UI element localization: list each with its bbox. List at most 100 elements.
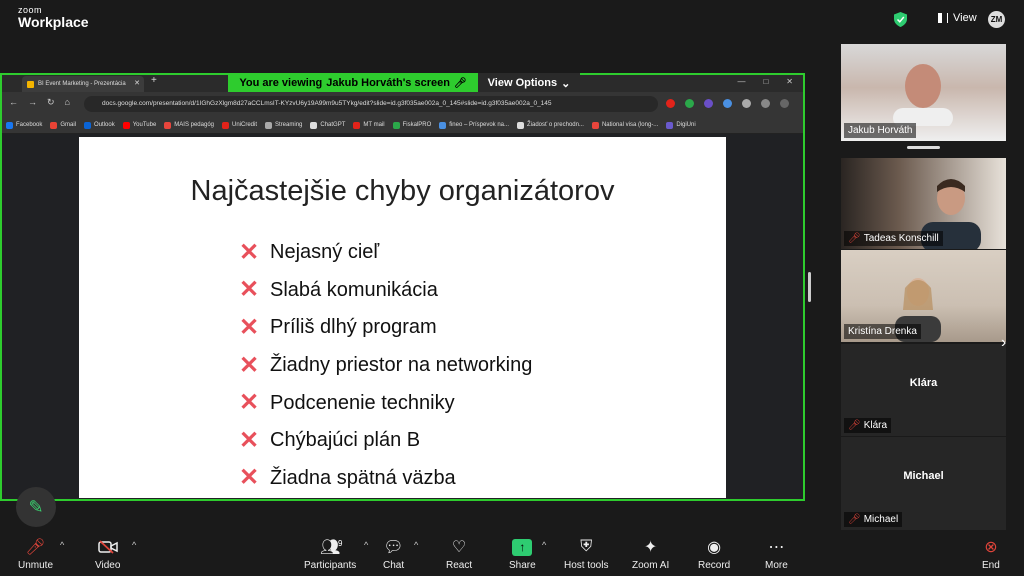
split-drag-handle[interactable] bbox=[808, 272, 811, 302]
cross-icon: ✕ bbox=[239, 389, 260, 417]
bookmark-item[interactable]: UniCredit bbox=[222, 116, 257, 134]
cross-icon: ✕ bbox=[239, 426, 260, 454]
new-tab-button[interactable]: + bbox=[151, 75, 157, 86]
video-button[interactable]: Video bbox=[95, 536, 120, 571]
record-button[interactable]: ◉ Record bbox=[698, 536, 730, 571]
mic-off-icon: 🎤︎ bbox=[453, 77, 467, 89]
url-input[interactable]: docs.google.com/presentation/d/1IGhGzXlg… bbox=[84, 96, 658, 112]
top-bar: zoom Workplace View ZM bbox=[0, 0, 1024, 38]
bookmark-item[interactable]: fineo – Príspevok na... bbox=[439, 116, 509, 134]
bookmark-label: ChatGPT bbox=[320, 122, 346, 128]
extension-purple-icon[interactable] bbox=[704, 99, 713, 108]
browser-tab[interactable]: BI Event Marketing - Prezentácia ✕ bbox=[22, 76, 144, 92]
brand-big: Workplace bbox=[18, 14, 89, 30]
mic-off-icon: 🎤︎ bbox=[848, 514, 861, 525]
bookmark-item[interactable]: FiskalPRO bbox=[392, 116, 431, 134]
slide-bullet-text: Príliš dlhý program bbox=[270, 316, 437, 339]
bookmark-label: Žiadosť o prechodn... bbox=[527, 122, 584, 128]
audio-options-caret[interactable]: ^ bbox=[60, 540, 64, 550]
share-banner-prefix: You are viewing bbox=[239, 77, 323, 89]
slide-bullet: ✕ Podcenenie techniky bbox=[239, 384, 532, 422]
maximize-icon[interactable]: □ bbox=[763, 77, 768, 86]
bookmark-item[interactable]: MT mail bbox=[353, 116, 385, 134]
extension-red-icon[interactable] bbox=[666, 99, 675, 108]
bookmark-favicon-icon bbox=[439, 121, 447, 129]
share-button[interactable]: ↑ Share bbox=[509, 536, 536, 571]
bookmark-item[interactable]: YouTube bbox=[122, 116, 157, 134]
participant-tile[interactable]: Kristína Drenka bbox=[841, 250, 1006, 342]
annotate-button[interactable]: ✎ bbox=[16, 487, 56, 527]
more-button[interactable]: ⋯ More bbox=[765, 536, 788, 571]
zoom-ai-button[interactable]: ✦ Zoom AI bbox=[632, 536, 669, 571]
bookmark-item[interactable]: Streaming bbox=[265, 116, 302, 134]
bookmark-favicon-icon bbox=[50, 121, 58, 129]
participant-tile[interactable]: 🎤︎ Tadeas Konschill bbox=[841, 158, 1006, 249]
participants-options-caret[interactable]: ^ bbox=[364, 540, 368, 550]
chat-options-caret[interactable]: ^ bbox=[414, 540, 418, 550]
reload-icon[interactable]: ↻ bbox=[47, 97, 55, 108]
chat-icon: 💬︎ bbox=[383, 539, 404, 556]
gallery-next-icon[interactable]: › bbox=[1001, 334, 1006, 352]
bookmark-label: Facebook bbox=[16, 122, 43, 128]
cross-icon: ✕ bbox=[239, 276, 260, 304]
slide-title: Najčastejšie chyby organizátorov bbox=[190, 175, 615, 207]
participant-tile[interactable]: Jakub Horváth bbox=[841, 44, 1006, 141]
more-dots-icon: ⋯ bbox=[768, 539, 785, 556]
participant-name: 🎤︎ Tadeas Konschill bbox=[844, 231, 943, 246]
bookmark-favicon-icon bbox=[222, 121, 229, 129]
heart-icon: ♡ bbox=[451, 539, 467, 556]
participant-tile[interactable]: Klára 🎤︎ Klára bbox=[841, 344, 1006, 436]
profile-icon[interactable] bbox=[761, 99, 770, 108]
unmute-button[interactable]: 🎤︎ Unmute bbox=[18, 536, 53, 571]
gallery-drag-bar[interactable] bbox=[907, 146, 940, 149]
slide-bullet-text: Podcenenie techniky bbox=[270, 391, 455, 414]
view-grid-icon bbox=[938, 13, 948, 23]
back-icon[interactable]: ← bbox=[9, 97, 18, 108]
view-options-button[interactable]: View Options ⌄ bbox=[478, 73, 580, 93]
bookmark-item[interactable]: MAIS pedagóg bbox=[164, 116, 214, 134]
menu-dots-icon[interactable] bbox=[780, 99, 789, 108]
share-options-caret[interactable]: ^ bbox=[542, 540, 546, 550]
avatar[interactable]: ZM bbox=[988, 11, 1005, 28]
bookmark-item[interactable]: Facebook bbox=[6, 116, 42, 134]
bookmark-item[interactable]: Outlook bbox=[84, 116, 115, 134]
presentation-slide: Najčastejšie chyby organizátorov ✕ Nejasn… bbox=[79, 137, 726, 498]
extension-green-icon[interactable] bbox=[685, 99, 694, 108]
video-off-icon bbox=[97, 536, 118, 558]
slide-bullet-text: Nejasný cieľ bbox=[270, 241, 380, 264]
pencil-icon: ✎ bbox=[28, 496, 44, 517]
participants-button[interactable]: 👥︎ Participants bbox=[304, 536, 356, 571]
bookmark-item[interactable]: Žiadosť o prechodn... bbox=[517, 116, 584, 134]
bookmark-item[interactable]: National visa (long-... bbox=[591, 116, 659, 134]
bookmark-item[interactable]: Gmail bbox=[50, 116, 76, 134]
slide-bullet: ✕ Nejasný cieľ bbox=[239, 234, 532, 272]
zoom-logo: zoom Workplace bbox=[18, 6, 89, 30]
view-button[interactable]: View bbox=[938, 12, 977, 24]
extension-icons bbox=[666, 99, 789, 108]
extension-blue-icon[interactable] bbox=[723, 99, 732, 108]
close-icon[interactable]: ✕ bbox=[786, 77, 793, 86]
bookmark-item[interactable]: DigiUni bbox=[666, 116, 696, 134]
participant-tile[interactable]: Michael 🎤︎ Michael bbox=[841, 437, 1006, 530]
bookmark-label: National visa (long-... bbox=[601, 122, 659, 128]
forward-icon[interactable]: → bbox=[28, 97, 37, 108]
host-tools-button[interactable]: ⛨ Host tools bbox=[564, 536, 608, 571]
puzzle-icon[interactable] bbox=[742, 99, 751, 108]
bookmark-label: MAIS pedagóg bbox=[174, 122, 214, 128]
bookmark-label: YouTube bbox=[132, 122, 157, 128]
home-icon[interactable]: ⌂ bbox=[65, 97, 70, 108]
tab-close-icon[interactable]: ✕ bbox=[134, 76, 140, 92]
video-options-caret[interactable]: ^ bbox=[132, 540, 136, 550]
cross-icon: ✕ bbox=[239, 313, 260, 341]
bookmark-label: DigiUni bbox=[676, 122, 696, 128]
share-banner-name: Jakub Horváth's screen bbox=[326, 77, 450, 89]
bookmark-item[interactable]: ChatGPT bbox=[310, 116, 345, 134]
slide-bullet-text: Žiadna spätná väzba bbox=[270, 466, 456, 489]
shield-icon[interactable] bbox=[894, 12, 907, 27]
participant-placeholder-name: Klára bbox=[909, 377, 938, 389]
react-button[interactable]: ♡ React bbox=[446, 536, 472, 571]
bookmark-label: Gmail bbox=[60, 122, 77, 128]
chat-button[interactable]: 💬︎ Chat bbox=[383, 536, 404, 571]
minimize-icon[interactable]: — bbox=[737, 77, 745, 86]
end-button[interactable]: ⊗ End bbox=[982, 536, 1000, 571]
